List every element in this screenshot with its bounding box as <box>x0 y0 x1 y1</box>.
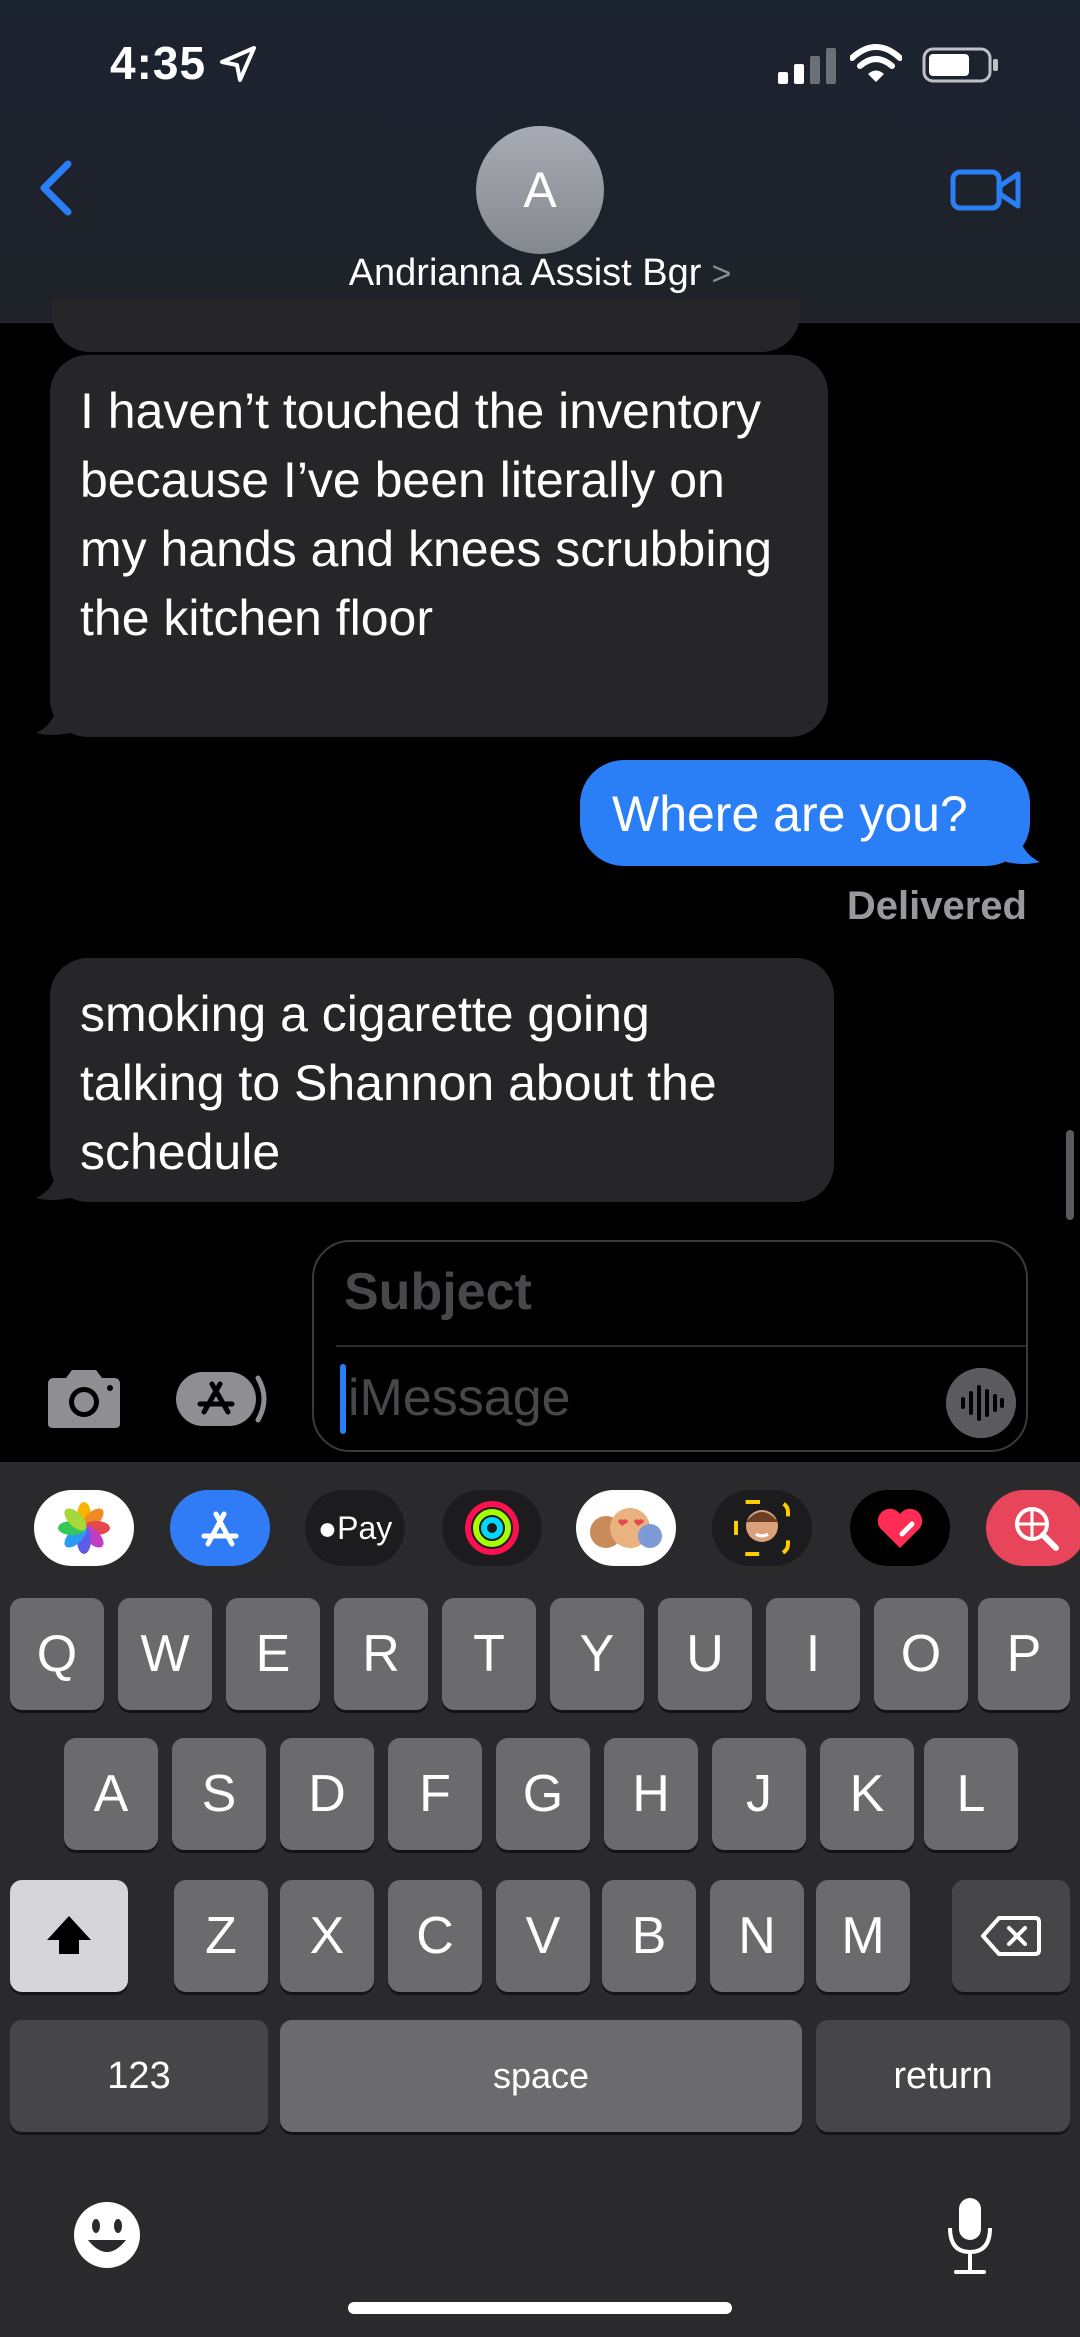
incoming-message-bubble[interactable]: I haven’t touched the inventory because … <box>50 355 828 737</box>
key-c[interactable]: C <box>388 1880 482 1992</box>
heart-icon <box>877 1508 923 1548</box>
key-q[interactable]: Q <box>10 1598 104 1710</box>
contact-avatar[interactable]: A <box>476 126 604 254</box>
text-cursor <box>340 1364 346 1434</box>
avatar-initial: A <box>523 162 557 218</box>
home-indicator[interactable] <box>348 2302 732 2314</box>
audio-message-icon[interactable] <box>946 1368 1016 1438</box>
apple-pay-label: ●Pay <box>317 1509 393 1546</box>
shift-key[interactable] <box>10 1880 128 1992</box>
key-a[interactable]: A <box>64 1738 158 1850</box>
shift-arrow-icon <box>47 1916 91 1954</box>
key-y[interactable]: Y <box>550 1598 644 1710</box>
delivery-status: Delivered <box>846 884 1027 928</box>
backspace-key[interactable] <box>952 1880 1070 1992</box>
key-m[interactable]: M <box>816 1880 910 1992</box>
subject-field[interactable]: Subject <box>344 1262 532 1322</box>
video-call-icon[interactable] <box>950 166 1022 214</box>
key-p[interactable]: P <box>978 1598 1070 1710</box>
dictation-mic-icon[interactable] <box>944 2196 996 2276</box>
web-search-app-icon[interactable] <box>986 1490 1080 1566</box>
key-s[interactable]: S <box>172 1738 266 1850</box>
key-g[interactable]: G <box>496 1738 590 1850</box>
previous-message-bubble-edge <box>52 300 800 352</box>
location-arrow-icon <box>220 46 256 82</box>
photos-app-icon[interactable] <box>34 1490 134 1566</box>
key-l[interactable]: L <box>924 1738 1018 1850</box>
back-chevron-icon[interactable] <box>34 158 78 218</box>
chevron-right-icon: > <box>711 255 732 293</box>
key-t[interactable]: T <box>442 1598 536 1710</box>
app-store-app-icon[interactable] <box>170 1490 270 1566</box>
message-text: smoking a cigarette going talking to Sha… <box>80 986 717 1180</box>
key-h[interactable]: H <box>604 1738 698 1850</box>
key-d[interactable]: D <box>280 1738 374 1850</box>
bubble-tail <box>36 703 70 735</box>
key-r[interactable]: R <box>334 1598 428 1710</box>
activity-app-icon[interactable] <box>442 1490 542 1566</box>
key-w[interactable]: W <box>118 1598 212 1710</box>
status-time: 4:35 <box>110 37 207 89</box>
key-n[interactable]: N <box>710 1880 804 1992</box>
memoji-app-icon[interactable] <box>712 1490 812 1566</box>
memoji-face-icon <box>734 1500 790 1556</box>
numbers-key[interactable]: 123 <box>10 2020 268 2132</box>
backspace-icon <box>981 1916 1041 1956</box>
key-k[interactable]: K <box>820 1738 914 1850</box>
conversation-scrollbar[interactable] <box>1066 1130 1074 1220</box>
incoming-message-bubble[interactable]: smoking a cigarette going talking to Sha… <box>50 958 834 1202</box>
wifi-icon <box>850 44 902 82</box>
emoji-icon[interactable] <box>72 2200 142 2270</box>
key-x[interactable]: X <box>280 1880 374 1992</box>
key-j[interactable]: J <box>712 1738 806 1850</box>
apple-logo-icon: ● <box>317 1509 338 1546</box>
app-store-glyph-icon <box>201 1511 239 1547</box>
outgoing-message-bubble[interactable]: Where are you? <box>580 760 1030 866</box>
key-i[interactable]: I <box>766 1598 860 1710</box>
key-e[interactable]: E <box>226 1598 320 1710</box>
space-key[interactable]: space <box>280 2020 802 2132</box>
contact-name: Andrianna Assist Bgr <box>348 252 702 294</box>
key-o[interactable]: O <box>874 1598 968 1710</box>
compose-divider <box>336 1345 1026 1347</box>
cellular-signal-icon <box>778 48 836 84</box>
globe-search-icon <box>1015 1507 1059 1551</box>
memoji-stickers-app-icon[interactable] <box>576 1490 676 1566</box>
bubble-tail <box>36 1168 70 1200</box>
key-f[interactable]: F <box>388 1738 482 1850</box>
key-z[interactable]: Z <box>174 1880 268 1992</box>
key-u[interactable]: U <box>658 1598 752 1710</box>
camera-icon[interactable] <box>44 1366 124 1432</box>
apple-pay-app-icon[interactable]: ●Pay <box>305 1490 405 1566</box>
photos-flower-icon <box>58 1502 110 1554</box>
message-text: I haven’t touched the inventory because … <box>80 383 773 646</box>
contact-name-button[interactable]: Andrianna Assist Bgr > <box>0 252 1080 295</box>
message-text: Where are you? <box>612 786 968 842</box>
digital-touch-app-icon[interactable] <box>850 1490 950 1566</box>
memoji-faces-icon <box>590 1508 662 1548</box>
key-b[interactable]: B <box>602 1880 696 1992</box>
return-key[interactable]: return <box>816 2020 1070 2132</box>
activity-rings-icon <box>465 1501 519 1555</box>
message-input[interactable]: iMessage <box>348 1368 571 1428</box>
app-store-toggle-icon[interactable] <box>174 1368 270 1430</box>
key-v[interactable]: V <box>496 1880 590 1992</box>
battery-icon <box>922 47 998 83</box>
bubble-tail <box>1006 832 1040 864</box>
